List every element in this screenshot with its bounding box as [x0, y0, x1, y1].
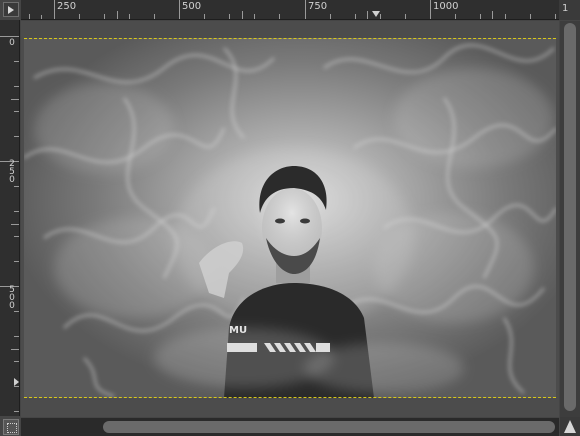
ruler-minor-tick — [505, 14, 506, 19]
ruler-minor-tick — [14, 236, 19, 237]
ruler-label: 1 — [562, 3, 569, 14]
ruler-minor-tick — [14, 386, 19, 387]
ruler-minor-tick — [242, 11, 243, 19]
ruler-tick — [430, 0, 431, 19]
ruler-minor-tick — [14, 61, 19, 62]
ruler-minor-tick — [14, 311, 19, 312]
ruler-minor-tick — [79, 14, 80, 19]
ruler-label: 0 — [9, 38, 15, 48]
ruler-tick — [54, 0, 55, 19]
ruler-minor-tick — [455, 14, 456, 19]
ruler-minor-tick — [14, 411, 19, 412]
ruler-tick — [179, 0, 180, 19]
ruler-minor-tick — [14, 136, 19, 137]
ruler-label: 500 — [9, 285, 15, 311]
ruler-minor-tick — [492, 11, 493, 19]
ruler-minor-tick — [254, 14, 255, 19]
pointer-position-marker — [372, 11, 380, 17]
ruler-minor-tick — [279, 14, 280, 19]
ruler-minor-tick — [41, 15, 42, 19]
quick-mask-icon — [7, 423, 17, 433]
image-boundary-top — [24, 38, 556, 39]
ruler-tick — [305, 0, 306, 19]
ruler-minor-tick — [380, 14, 381, 19]
ruler-minor-tick — [154, 14, 155, 19]
image-menu-button[interactable] — [3, 2, 19, 17]
ruler-minor-tick — [129, 14, 130, 19]
image-canvas[interactable]: MU — [21, 21, 559, 417]
pointer-position-marker — [14, 378, 19, 386]
portrait-with-smoke-image: MU — [24, 38, 556, 398]
ruler-label: 500 — [182, 1, 202, 12]
ruler-minor-tick — [11, 224, 19, 225]
menu-triangle-icon — [8, 5, 14, 14]
ruler-minor-tick — [204, 14, 205, 19]
horizontal-scrollbar[interactable] — [21, 418, 559, 436]
ruler-end: 1 — [559, 0, 580, 20]
ruler-minor-tick — [355, 14, 356, 19]
ruler-label: 250 — [9, 159, 15, 185]
ruler-minor-tick — [104, 14, 105, 19]
ruler-minor-tick — [14, 186, 19, 187]
navigate-icon — [564, 420, 576, 433]
ruler-minor-tick — [29, 14, 30, 19]
ruler-minor-tick — [14, 86, 19, 87]
ruler-minor-tick — [480, 14, 481, 19]
ruler-minor-tick — [14, 336, 19, 337]
ruler-minor-tick — [14, 261, 19, 262]
ruler-minor-tick — [11, 349, 19, 350]
vertical-ruler[interactable]: 0 250 500 — [0, 20, 20, 416]
ruler-minor-tick — [330, 14, 331, 19]
vertical-scroll-thumb[interactable] — [564, 23, 576, 411]
ruler-minor-tick — [14, 211, 19, 212]
ruler-minor-tick — [405, 14, 406, 19]
ruler-label: 1000 — [433, 1, 459, 12]
image-layer[interactable]: MU — [24, 38, 556, 398]
ruler-label: 250 — [57, 1, 77, 12]
ruler-minor-tick — [117, 11, 118, 19]
vertical-scrollbar[interactable] — [560, 21, 580, 417]
image-boundary-bottom — [24, 397, 556, 398]
quick-mask-toggle[interactable] — [3, 419, 19, 435]
navigate-button[interactable] — [560, 417, 580, 436]
ruler-tick — [0, 36, 19, 37]
ruler-minor-tick — [367, 11, 368, 19]
ruler-minor-tick — [11, 99, 19, 100]
ruler-minor-tick — [530, 14, 531, 19]
ruler-minor-tick — [14, 111, 19, 112]
ruler-minor-tick — [14, 361, 19, 362]
ruler-label: 750 — [308, 1, 328, 12]
image-window: 250 500 750 1000 1 0 250 500 MU — [0, 0, 580, 436]
ruler-minor-tick — [229, 14, 230, 19]
ruler-minor-tick — [555, 14, 556, 19]
horizontal-ruler[interactable]: 250 500 750 1000 — [21, 0, 559, 20]
horizontal-scroll-thumb[interactable] — [103, 421, 555, 433]
